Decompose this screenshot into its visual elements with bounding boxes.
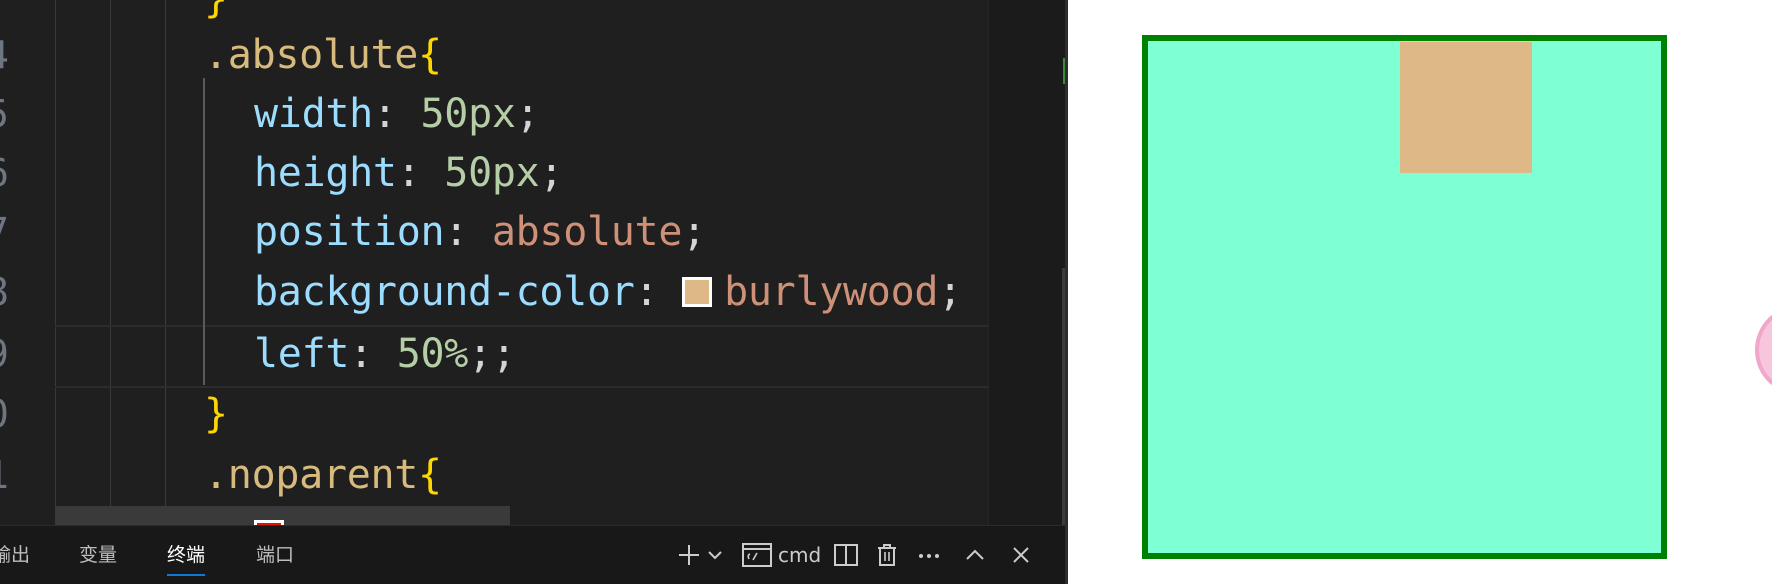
code-token: .absolute: [204, 32, 419, 78]
code-token: absolute: [491, 209, 683, 255]
code-token: .noparent: [204, 452, 419, 498]
more-icon: [916, 540, 942, 570]
code-token: position: [254, 209, 445, 255]
split-terminal-button[interactable]: [833, 540, 859, 570]
terminal-instance[interactable]: [741, 540, 773, 570]
code-line[interactable]: width: 50px;: [254, 84, 1065, 145]
editor-scrollbar[interactable]: [988, 0, 1065, 525]
add-terminal-button[interactable]: [676, 540, 702, 570]
tab-output[interactable]: 输出: [0, 526, 30, 584]
code-token: ;;: [468, 331, 516, 377]
code-token: width: [254, 91, 373, 137]
code-token: {: [418, 32, 442, 78]
code-token: }: [204, 391, 228, 437]
code-line[interactable]: }: [204, 384, 1065, 445]
code-area[interactable]: }.absolute{width: 50px;height: 50px;posi…: [0, 0, 988, 550]
code-token: :: [634, 269, 683, 315]
trash-icon: [875, 540, 899, 570]
code-token: :: [396, 150, 445, 196]
code-token: :: [444, 209, 492, 255]
code-token: ;: [539, 150, 564, 196]
code-token: }: [204, 0, 228, 22]
code-line[interactable]: .noparent{: [204, 445, 1065, 506]
tab-ports[interactable]: 端口: [256, 526, 294, 584]
color-swatch[interactable]: [682, 277, 713, 307]
kill-terminal-button[interactable]: [875, 540, 899, 570]
code-line[interactable]: background-color: burlywood;: [254, 262, 1065, 323]
code-line[interactable]: .absolute{: [204, 25, 1065, 86]
code-token: 50px: [420, 91, 516, 137]
code-line[interactable]: position: absolute;: [254, 202, 1065, 263]
chevron-up-icon: [963, 540, 987, 570]
tab-variables[interactable]: 变量: [79, 526, 117, 584]
panel-bar: 输出 变量 终端 端口 cmd: [0, 525, 1065, 584]
code-token: burlywood: [724, 269, 939, 315]
code-editor[interactable]: 45678901 }.absolute{width: 50px;height: …: [0, 0, 1065, 584]
code-token: ;: [938, 269, 962, 315]
code-token: 50%: [396, 331, 469, 377]
code-token: 50px: [444, 150, 540, 196]
code-token: background-color: [254, 269, 635, 315]
floating-assistant-button[interactable]: [1755, 305, 1772, 395]
terminal-name[interactable]: cmd: [778, 540, 821, 570]
close-icon: [1009, 540, 1033, 570]
tab-terminal[interactable]: 终端: [167, 526, 206, 584]
absolute-child-box: [1400, 42, 1532, 173]
code-token: ;: [682, 209, 706, 255]
code-line[interactable]: left: 50%;;: [254, 324, 1065, 385]
browser-preview: [1068, 0, 1772, 584]
terminal-icon: [741, 540, 773, 570]
split-icon: [833, 540, 859, 570]
maximize-panel-button[interactable]: [963, 540, 987, 570]
code-token: height: [254, 150, 397, 196]
code-line[interactable]: height: 50px;: [254, 143, 1065, 204]
code-token: {: [418, 452, 442, 498]
terminal-profile-dropdown[interactable]: [706, 540, 724, 570]
code-token: ;: [515, 91, 540, 137]
code-token: left: [254, 331, 350, 377]
add-icon: [676, 540, 702, 570]
chevron-down-icon: [706, 540, 724, 570]
code-token: :: [349, 331, 397, 377]
code-token: :: [372, 91, 421, 137]
close-panel-button[interactable]: [1009, 540, 1033, 570]
more-actions-button[interactable]: [916, 540, 942, 570]
